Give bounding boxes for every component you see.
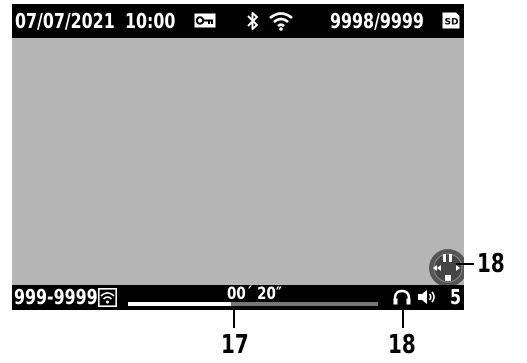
callout-number-controller: 18 (477, 249, 505, 279)
date-display: 07/07/2021 (15, 9, 115, 33)
file-counter: 9998/9999 (330, 9, 424, 33)
key-icon (194, 13, 216, 28)
callout-line-progress (233, 306, 235, 328)
wifi-icon (269, 12, 293, 31)
speaker-icon (418, 290, 435, 304)
volume-level: 5 (450, 285, 462, 309)
callout-line-headphone (402, 306, 404, 328)
playback-progress-fill (128, 302, 231, 306)
callout-number-headphone: 18 (388, 330, 416, 360)
callout-line-controller (456, 263, 474, 265)
headphone-icon (393, 289, 411, 305)
playback-bar: 999-9999 00´ 20″ 5 (12, 285, 464, 310)
status-bar: 07/07/2021 10:00 9998/9999 SD (12, 4, 464, 38)
wifi-box-icon (98, 288, 117, 307)
callout-number-progress: 17 (221, 330, 249, 360)
bluetooth-icon (247, 12, 258, 30)
elapsed-time: 00´ 20″ (227, 284, 282, 304)
camera-lcd-screen: 07/07/2021 10:00 9998/9999 SD 999-9999 0… (12, 4, 464, 310)
folder-file-number: 999-9999 (14, 285, 98, 309)
sd-card-icon: SD (442, 12, 460, 29)
four-way-controller-icon[interactable] (428, 248, 464, 288)
time-display: 10:00 (125, 9, 176, 33)
sd-card-label: SD (445, 18, 459, 28)
